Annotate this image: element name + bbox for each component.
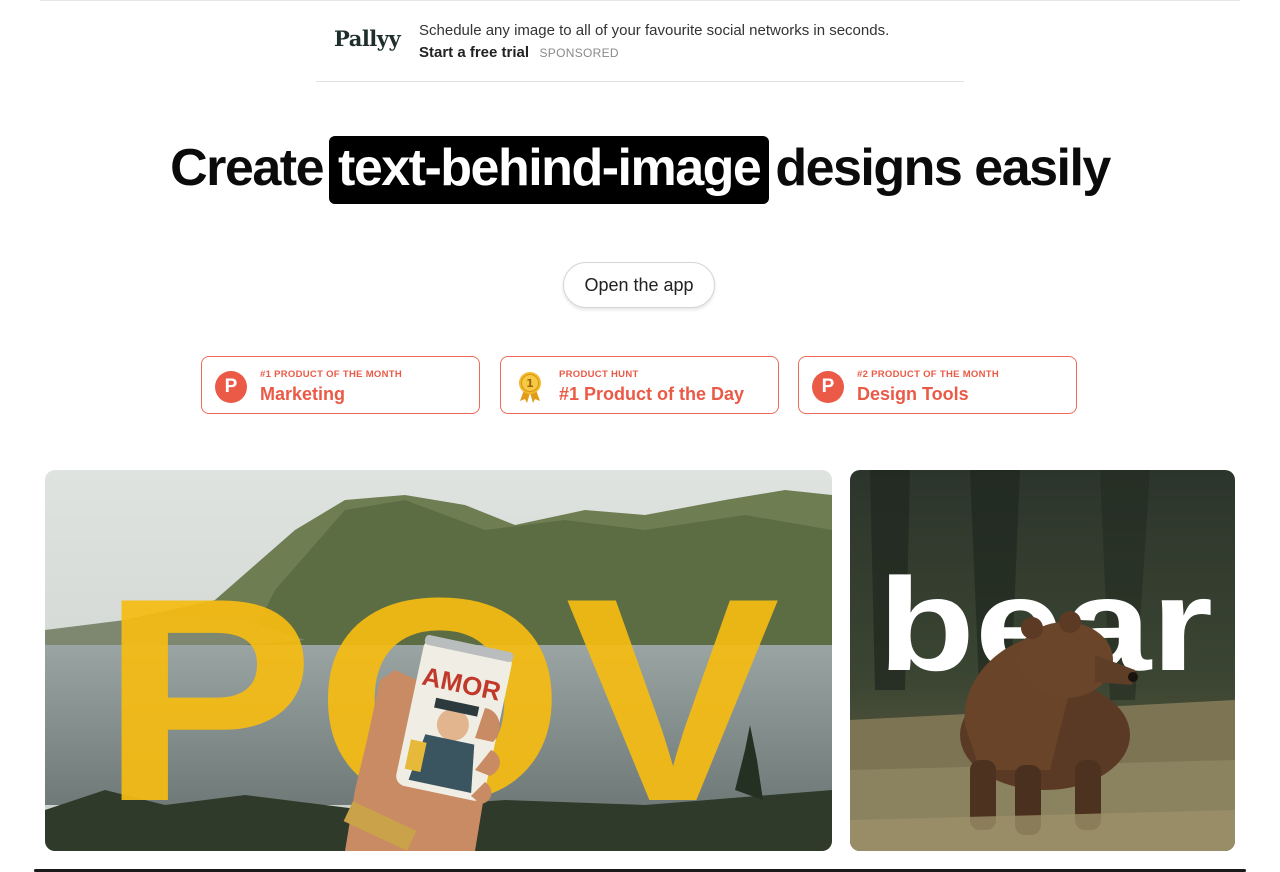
- example-image-bear[interactable]: bear: [850, 470, 1235, 851]
- pallyy-logo[interactable]: Pallyy: [334, 26, 401, 51]
- ad-text[interactable]: Schedule any image to all of your favour…: [419, 20, 889, 42]
- badge-caption: #2 PRODUCT OF THE MONTH: [857, 369, 1000, 380]
- badge-caption: #1 PRODUCT OF THE MONTH: [260, 369, 403, 380]
- badge-title: Design Tools: [857, 384, 969, 404]
- title-before: Create: [170, 139, 324, 197]
- title-highlight: text-behind-image: [329, 136, 770, 204]
- badge-caption: PRODUCT HUNT: [559, 369, 639, 380]
- ad-divider: [316, 81, 964, 82]
- producthunt-icon: P: [812, 371, 844, 403]
- producthunt-icon: P: [215, 371, 247, 403]
- example-image-pov[interactable]: POV AMOR: [45, 470, 832, 851]
- top-divider: [40, 0, 1240, 1]
- title-after: designs easily: [775, 139, 1111, 197]
- badge-title: Marketing: [260, 384, 346, 404]
- medal-icon: 1: [519, 372, 541, 403]
- badge-product-of-day[interactable]: 1 PRODUCT HUNT #1 Product of the Day: [500, 356, 779, 414]
- open-app-button[interactable]: Open the app: [563, 262, 715, 308]
- page-title: Create text-behind-image designs easily: [0, 136, 1280, 204]
- badge-design-tools[interactable]: P #2 PRODUCT OF THE MONTH Design Tools: [798, 356, 1077, 414]
- badge-marketing[interactable]: P #1 PRODUCT OF THE MONTH Marketing: [201, 356, 480, 414]
- sponsored-label: SPONSORED: [539, 46, 619, 60]
- medal-number: 1: [526, 377, 534, 390]
- badge-title: #1 Product of the Day: [559, 384, 745, 404]
- ad-cta-link[interactable]: Start a free trial: [419, 44, 529, 61]
- sponsored-ad[interactable]: Pallyy Schedule any image to all of your…: [316, 12, 964, 82]
